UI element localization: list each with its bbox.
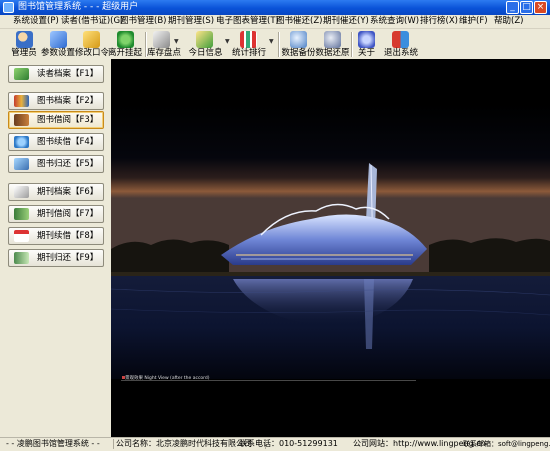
menu-maintenance[interactable]: 维护(F) xyxy=(459,15,488,28)
periodical-records-button[interactable]: 期刊档案【F6】 xyxy=(8,183,104,201)
today-info-button[interactable]: ▼ 今日信息 xyxy=(188,29,230,59)
menu-system-query[interactable]: 系统查询(W) xyxy=(370,15,419,28)
admin-label: 管理员 xyxy=(11,48,37,58)
book-return-icon xyxy=(14,158,29,170)
exit-icon xyxy=(392,31,409,48)
toolbar: 管理员 参数设置 修改口令 离开挂起 ▼ 库存盘点 ▼ 今日信息 ▼ 统计排行 … xyxy=(0,29,550,60)
title-bar[interactable]: 图书馆管理系统 - - - 超级用户 _ □ × xyxy=(0,0,550,15)
today-info-icon xyxy=(196,31,213,48)
book-return-label: 图书归还【F5】 xyxy=(37,159,99,169)
suspend-label: 离开挂起 xyxy=(108,48,143,58)
menu-book-management[interactable]: 图书管理(B) xyxy=(120,15,166,28)
periodical-return-label: 期刊归还【F9】 xyxy=(37,253,99,263)
statistics-ranking-button[interactable]: ▼ 统计排行 xyxy=(231,29,274,59)
sidebar: 读者档案【F1】 图书档案【F2】 图书借阅【F3】 图书续借【F4】 图书归还… xyxy=(0,59,111,437)
settings-button[interactable]: 参数设置 xyxy=(41,29,75,59)
menu-periodical-reminder[interactable]: 期刊催还(Y) xyxy=(323,15,369,28)
toolbar-separator xyxy=(278,32,280,57)
close-icon[interactable]: × xyxy=(534,1,547,14)
menu-help[interactable]: 帮助(Z) xyxy=(494,15,523,28)
reader-records-label: 读者档案【F1】 xyxy=(37,69,99,79)
book-records-icon xyxy=(14,95,29,107)
status-divider xyxy=(113,439,114,449)
menu-book-reminder[interactable]: 图书催还(Z) xyxy=(276,15,322,28)
menu-reader[interactable]: 读者(借书证)(G) xyxy=(61,15,123,28)
book-renew-label: 图书续借【F4】 xyxy=(37,137,99,147)
inventory-button[interactable]: ▼ 库存盘点 xyxy=(147,29,181,59)
status-bar: - - 凌鹏图书馆管理系统 - - 公司名称：北京凌鹏时代科技有限公司 联系电话… xyxy=(0,437,550,451)
window-title: 图书馆管理系统 - - - 超级用户 xyxy=(18,2,139,12)
book-borrow-label: 图书借阅【F3】 xyxy=(37,115,99,125)
periodical-return-icon xyxy=(14,252,29,264)
about-button[interactable]: 关于 xyxy=(354,29,379,59)
periodical-records-label: 期刊档案【F6】 xyxy=(37,187,99,197)
status-app-name: - - 凌鹏图书馆管理系统 - - xyxy=(6,439,100,448)
change-password-button[interactable]: 修改口令 xyxy=(75,29,110,59)
backup-button[interactable]: 数据备份 xyxy=(281,29,316,59)
restore-label: 数据还原 xyxy=(315,48,350,58)
admin-button[interactable]: 管理员 xyxy=(8,29,40,59)
status-phone: 联系电话：010-51299131 xyxy=(239,439,338,448)
menu-bar: 系统设置(P) 读者(借书证)(G) 图书管理(B) 期刊管理(S) 电子图表管… xyxy=(0,15,550,29)
backup-icon xyxy=(290,31,307,48)
book-renew-icon xyxy=(14,136,29,148)
reader-records-icon xyxy=(14,68,29,80)
inventory-icon xyxy=(153,31,170,48)
periodical-borrow-icon xyxy=(14,208,29,220)
restore-button[interactable]: 数据还原 xyxy=(315,29,350,59)
suspend-icon xyxy=(117,31,134,48)
settings-label: 参数设置 xyxy=(41,48,76,58)
app-icon xyxy=(3,2,14,13)
maximize-icon[interactable]: □ xyxy=(520,1,533,14)
book-records-button[interactable]: 图书档案【F2】 xyxy=(8,92,104,110)
toolbar-separator xyxy=(351,32,353,57)
minimize-icon[interactable]: _ xyxy=(506,1,519,14)
chevron-down-icon[interactable]: ▼ xyxy=(174,38,179,45)
book-borrow-button[interactable]: 图书借阅【F3】 xyxy=(8,111,104,129)
chevron-down-icon[interactable]: ▼ xyxy=(269,38,274,45)
inventory-label: 库存盘点 xyxy=(147,48,182,58)
periodical-records-icon xyxy=(14,186,29,198)
periodical-return-button[interactable]: 期刊归还【F9】 xyxy=(8,249,104,267)
exit-label: 退出系统 xyxy=(383,48,418,58)
change-password-label: 修改口令 xyxy=(75,48,110,58)
main-image-panel: 景观效果 Night View (after the accord) xyxy=(111,59,550,437)
menu-ranking[interactable]: 排行榜(X) xyxy=(420,15,458,28)
password-icon xyxy=(83,31,100,48)
menu-periodical-management[interactable]: 期刊管理(S) xyxy=(168,15,214,28)
book-return-button[interactable]: 图书归还【F5】 xyxy=(8,155,104,173)
periodical-borrow-label: 期刊借阅【F7】 xyxy=(37,209,99,219)
about-icon xyxy=(358,31,375,48)
exit-button[interactable]: 退出系统 xyxy=(383,29,419,59)
periodical-borrow-button[interactable]: 期刊借阅【F7】 xyxy=(8,205,104,223)
menu-system-settings[interactable]: 系统设置(P) xyxy=(13,15,59,28)
periodical-renew-icon xyxy=(14,230,29,242)
statistics-ranking-label: 统计排行 xyxy=(231,48,266,58)
restore-icon xyxy=(324,31,341,48)
chevron-down-icon[interactable]: ▼ xyxy=(225,38,230,45)
reader-records-button[interactable]: 读者档案【F1】 xyxy=(8,65,104,83)
status-company: 公司名称：北京凌鹏时代科技有限公司 xyxy=(116,439,252,448)
today-info-label: 今日信息 xyxy=(188,48,223,58)
suspend-button[interactable]: 离开挂起 xyxy=(108,29,142,59)
status-email: 联系邮箱：soft@lingpeng.cn xyxy=(463,440,550,448)
book-renew-button[interactable]: 图书续借【F4】 xyxy=(8,133,104,151)
periodical-renew-button[interactable]: 期刊续借【F8】 xyxy=(8,227,104,245)
periodical-renew-label: 期刊续借【F8】 xyxy=(37,231,99,241)
about-label: 关于 xyxy=(357,48,375,58)
book-records-label: 图书档案【F2】 xyxy=(37,96,99,106)
book-borrow-icon xyxy=(14,114,29,126)
bar-chart-icon xyxy=(240,31,257,48)
settings-icon xyxy=(50,31,67,48)
menu-electronic-management[interactable]: 电子图表管理(T) xyxy=(216,15,279,28)
image-caption: 景观效果 Night View (after the accord) xyxy=(125,376,210,381)
backup-label: 数据备份 xyxy=(281,48,316,58)
admin-icon xyxy=(16,31,33,48)
